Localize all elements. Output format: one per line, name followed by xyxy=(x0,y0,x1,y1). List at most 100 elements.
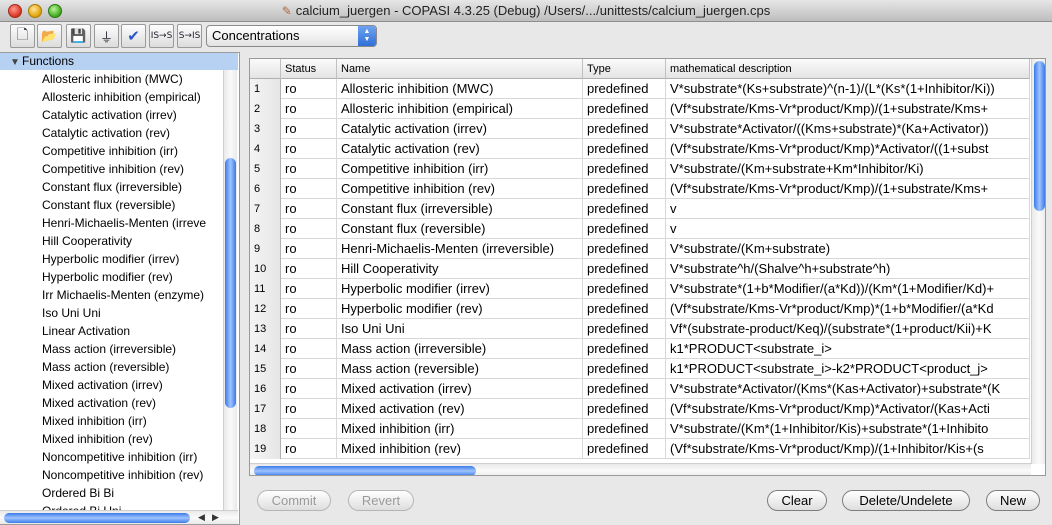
name-cell[interactable]: Henri-Michaelis-Menten (irreversible) xyxy=(337,239,583,259)
tree-item[interactable]: Hyperbolic modifier (irrev) xyxy=(42,250,222,268)
mathematical-description-cell[interactable]: V*substrate/(Km+substrate) xyxy=(666,239,1030,259)
type-cell[interactable]: predefined xyxy=(583,379,666,399)
row-number-cell[interactable]: 6 xyxy=(250,179,281,199)
type-cell[interactable]: predefined xyxy=(583,279,666,299)
tree-item[interactable]: Mixed inhibition (rev) xyxy=(42,430,222,448)
name-cell[interactable]: Competitive inhibition (irr) xyxy=(337,159,583,179)
header-name[interactable]: Name xyxy=(337,59,583,79)
row-number-cell[interactable]: 19 xyxy=(250,439,281,459)
status-cell[interactable]: ro xyxy=(281,259,337,279)
header-mathematical-description[interactable]: mathematical description xyxy=(666,59,1030,79)
status-cell[interactable]: ro xyxy=(281,199,337,219)
status-cell[interactable]: ro xyxy=(281,239,337,259)
type-cell[interactable]: predefined xyxy=(583,399,666,419)
convert-s-to-is-button[interactable]: S→IS xyxy=(177,24,202,48)
tree-item[interactable]: Linear Activation xyxy=(42,322,222,340)
tree-horizontal-scrollbar[interactable]: ◀ ▶ xyxy=(0,510,238,524)
mathematical-description-cell[interactable]: (Vf*substrate/Kms-Vr*product/Kmp)*Activa… xyxy=(666,399,1030,419)
status-cell[interactable]: ro xyxy=(281,299,337,319)
table-horizontal-scrollbar[interactable] xyxy=(250,463,1031,475)
row-number-cell[interactable]: 15 xyxy=(250,359,281,379)
mathematical-description-cell[interactable]: k1*PRODUCT<substrate_i> xyxy=(666,339,1030,359)
tree-item[interactable]: Mixed activation (irrev) xyxy=(42,376,222,394)
type-cell[interactable]: predefined xyxy=(583,239,666,259)
row-number-cell[interactable]: 2 xyxy=(250,99,281,119)
name-cell[interactable]: Hill Cooperativity xyxy=(337,259,583,279)
row-number-cell[interactable]: 12 xyxy=(250,299,281,319)
table-row[interactable]: 17 ro Mixed activation (rev) predefined (Vf*… xyxy=(250,399,1030,419)
type-cell[interactable]: predefined xyxy=(583,319,666,339)
type-cell[interactable]: predefined xyxy=(583,359,666,379)
tree-item[interactable]: Catalytic activation (irrev) xyxy=(42,106,222,124)
tree-item[interactable]: Mass action (irreversible) xyxy=(42,340,222,358)
quantity-mode-select[interactable]: Concentrations ▲ ▼ xyxy=(206,25,377,47)
mathematical-description-cell[interactable]: (Vf*substrate/Kms-Vr*product/Kmp)*(1+b*M… xyxy=(666,299,1030,319)
status-cell[interactable]: ro xyxy=(281,99,337,119)
table-vertical-scroll-thumb[interactable] xyxy=(1034,61,1045,211)
tree-item[interactable]: Allosteric inhibition (empirical) xyxy=(42,88,222,106)
row-number-cell[interactable]: 8 xyxy=(250,219,281,239)
tree-item[interactable]: Ordered Bi Bi xyxy=(42,484,222,502)
type-cell[interactable]: predefined xyxy=(583,439,666,459)
save-file-button[interactable]: 💾 xyxy=(66,24,91,48)
mathematical-description-cell[interactable]: (Vf*substrate/Kms-Vr*product/Kmp)/(1+sub… xyxy=(666,179,1030,199)
delete-undelete-button[interactable]: Delete/Undelete xyxy=(842,490,970,511)
row-number-cell[interactable]: 13 xyxy=(250,319,281,339)
type-cell[interactable]: predefined xyxy=(583,199,666,219)
mathematical-description-cell[interactable]: Vf*(substrate-product/Keq)/(substrate*(1… xyxy=(666,319,1030,339)
row-number-cell[interactable]: 11 xyxy=(250,279,281,299)
new-file-button[interactable]: 🗋 xyxy=(10,24,35,48)
table-row[interactable]: 8 ro Constant flux (reversible) predefined v xyxy=(250,219,1030,239)
row-number-cell[interactable]: 3 xyxy=(250,119,281,139)
mathematical-description-cell[interactable]: (Vf*substrate/Kms-Vr*product/Kmp)/(1+Inh… xyxy=(666,439,1030,459)
tree-item[interactable]: Irr Michaelis-Menten (enzyme) xyxy=(42,286,222,304)
open-file-button[interactable]: 📂 xyxy=(37,24,62,48)
name-cell[interactable]: Catalytic activation (irrev) xyxy=(337,119,583,139)
tree-item[interactable]: Allosteric inhibition (MWC) xyxy=(42,70,222,88)
scroll-left-icon[interactable]: ◀ xyxy=(198,512,205,523)
mathematical-description-cell[interactable]: (Vf*substrate/Kms-Vr*product/Kmp)/(1+sub… xyxy=(666,99,1030,119)
table-row[interactable]: 19 ro Mixed inhibition (rev) predefined (Vf*… xyxy=(250,439,1030,459)
header-rownum[interactable] xyxy=(250,59,281,79)
status-cell[interactable]: ro xyxy=(281,339,337,359)
revert-button[interactable]: Revert xyxy=(348,490,414,511)
name-cell[interactable]: Mass action (reversible) xyxy=(337,359,583,379)
slider-button[interactable]: ⏚ xyxy=(94,24,119,48)
row-number-cell[interactable]: 7 xyxy=(250,199,281,219)
mathematical-description-cell[interactable]: V*substrate*(Ks+substrate)^(n-1)/(L*(Ks*… xyxy=(666,79,1030,99)
table-row[interactable]: 4 ro Catalytic activation (rev) predefined(… xyxy=(250,139,1030,159)
convert-is-to-s-button[interactable]: IS→S xyxy=(149,24,174,48)
new-button[interactable]: New xyxy=(986,490,1040,511)
mathematical-description-cell[interactable]: V*substrate/(Km*(1+Inhibitor/Kis)+substr… xyxy=(666,419,1030,439)
disclosure-triangle-icon[interactable]: ▼ xyxy=(10,54,22,71)
table-row[interactable]: 16 ro Mixed activation (irrev) predefined V*… xyxy=(250,379,1030,399)
name-cell[interactable]: Competitive inhibition (rev) xyxy=(337,179,583,199)
status-cell[interactable]: ro xyxy=(281,439,337,459)
table-row[interactable]: 9 ro Henri-Michaelis-Menten (irreversible)… xyxy=(250,239,1030,259)
status-cell[interactable]: ro xyxy=(281,179,337,199)
status-cell[interactable]: ro xyxy=(281,139,337,159)
status-cell[interactable]: ro xyxy=(281,79,337,99)
table-row[interactable]: 1 ro Allosteric inhibition (MWC) predefined… xyxy=(250,79,1030,99)
row-number-cell[interactable]: 10 xyxy=(250,259,281,279)
mathematical-description-cell[interactable]: V*substrate*(1+b*Modifier/(a*Kd))/(Km*(1… xyxy=(666,279,1030,299)
table-horizontal-scroll-thumb[interactable] xyxy=(254,466,476,475)
scroll-right-icon[interactable]: ▶ xyxy=(212,512,219,523)
row-number-cell[interactable]: 4 xyxy=(250,139,281,159)
tree-root-functions[interactable]: ▼ Functions xyxy=(0,53,238,70)
table-row[interactable]: 14 ro Mass action (irreversible) predefined… xyxy=(250,339,1030,359)
table-row[interactable]: 13 ro Iso Uni Uni predefined Vf*(substrate-p… xyxy=(250,319,1030,339)
type-cell[interactable]: predefined xyxy=(583,299,666,319)
name-cell[interactable]: Hyperbolic modifier (rev) xyxy=(337,299,583,319)
table-row[interactable]: 12 ro Hyperbolic modifier (rev) predefined(… xyxy=(250,299,1030,319)
table-vertical-scrollbar[interactable] xyxy=(1031,59,1045,464)
status-cell[interactable]: ro xyxy=(281,419,337,439)
type-cell[interactable]: predefined xyxy=(583,119,666,139)
table-row[interactable]: 18 ro Mixed inhibition (irr) predefined V*su… xyxy=(250,419,1030,439)
mathematical-description-cell[interactable]: V*substrate*Activator/((Kms+substrate)*(… xyxy=(666,119,1030,139)
check-model-button[interactable]: ✔ xyxy=(121,24,146,48)
mathematical-description-cell[interactable]: v xyxy=(666,219,1030,239)
name-cell[interactable]: Constant flux (reversible) xyxy=(337,219,583,239)
mathematical-description-cell[interactable]: (Vf*substrate/Kms-Vr*product/Kmp)*Activa… xyxy=(666,139,1030,159)
status-cell[interactable]: ro xyxy=(281,379,337,399)
